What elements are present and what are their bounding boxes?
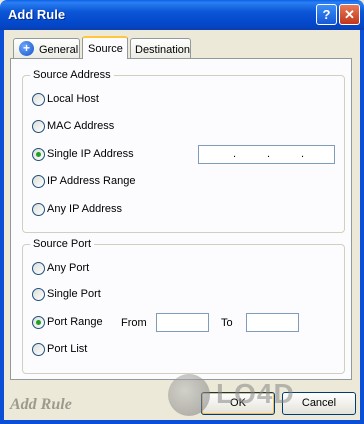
ip-dot: . — [301, 148, 305, 160]
radio-button[interactable] — [32, 203, 45, 216]
tab-destination[interactable]: Destination — [130, 38, 191, 58]
radio-button[interactable] — [32, 148, 45, 161]
tab-general[interactable]: + General — [13, 38, 80, 58]
port-from-input[interactable] — [156, 313, 209, 332]
window-frame-left — [0, 30, 4, 424]
tab-source[interactable]: Source — [82, 36, 128, 59]
from-label: From — [121, 317, 147, 329]
tab-destination-label: Destination — [135, 44, 191, 56]
radio-label: Port Range — [47, 316, 103, 328]
ip-address-input[interactable]: . . . — [198, 145, 335, 164]
window-title: Add Rule — [8, 7, 66, 22]
ip-dot: . — [267, 148, 271, 160]
radio-button[interactable] — [32, 288, 45, 301]
window-frame-bottom — [0, 420, 364, 424]
source-address-legend: Source Address — [30, 69, 114, 81]
watermark-text: LO4D — [216, 378, 295, 409]
source-port-legend: Source Port — [30, 238, 95, 250]
tab-source-label: Source — [88, 43, 123, 55]
plus-circle-icon: + — [19, 41, 34, 56]
radio-button[interactable] — [32, 343, 45, 356]
radio-label: Single Port — [47, 288, 101, 300]
footer-caption: Add Rule — [10, 396, 72, 413]
title-bar[interactable]: Add Rule ? ✕ — [0, 0, 364, 30]
close-button[interactable]: ✕ — [339, 4, 360, 25]
radio-label: Any IP Address — [47, 203, 123, 215]
radio-button[interactable] — [32, 93, 45, 106]
radio-label: Local Host — [47, 93, 99, 105]
tab-general-label: General — [39, 44, 79, 56]
to-label: To — [221, 317, 233, 329]
radio-label: Single IP Address — [47, 148, 134, 160]
watermark: LO4D — [168, 372, 358, 418]
port-to-input[interactable] — [246, 313, 299, 332]
radio-button[interactable] — [32, 175, 45, 188]
radio-label: Any Port — [47, 262, 90, 274]
radio-button[interactable] — [32, 120, 45, 133]
window-frame-right — [360, 30, 364, 424]
radio-label: IP Address Range — [47, 175, 136, 187]
radio-label: MAC Address — [47, 120, 115, 132]
help-button[interactable]: ? — [316, 4, 337, 25]
radio-label: Port List — [47, 343, 88, 355]
radio-button[interactable] — [32, 262, 45, 275]
ip-dot: . — [233, 148, 237, 160]
radio-button[interactable] — [32, 316, 45, 329]
watermark-logo-icon — [168, 374, 210, 416]
